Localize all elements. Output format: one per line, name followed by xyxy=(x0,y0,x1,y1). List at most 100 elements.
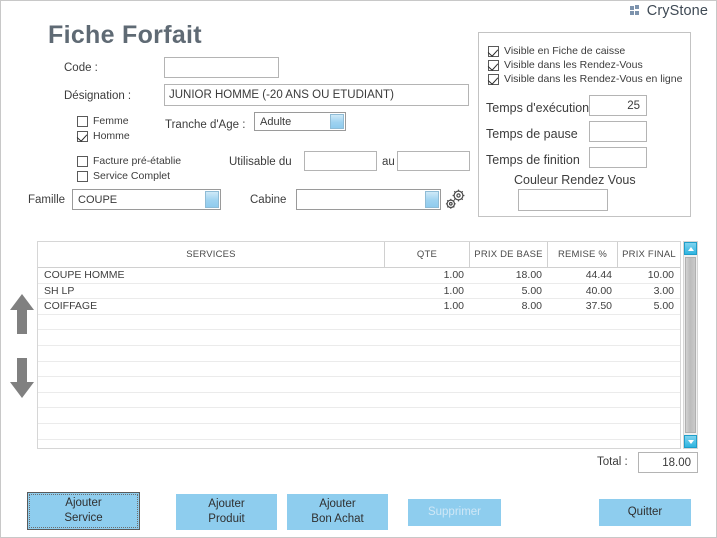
designation-label: Désignation : xyxy=(64,90,132,102)
column-header-services[interactable]: SERVICES xyxy=(38,242,385,267)
table-body: COUPE HOMME 1.00 18.00 44.44 10.00 SH LP 1.00 5… xyxy=(38,268,680,440)
au-input[interactable] xyxy=(397,151,470,171)
supprimer-button[interactable]: Supprimer xyxy=(408,499,501,526)
famille-value: COUPE xyxy=(78,193,118,206)
tranche-age-select[interactable]: Adulte xyxy=(254,112,346,131)
services-table: SERVICES QTE PRIX DE BASE REMISE % PRIX … xyxy=(37,241,681,449)
homme-checkbox[interactable] xyxy=(77,131,88,142)
cell-prix-de-base: 8.00 xyxy=(521,300,542,313)
couleur-rdv-label: Couleur Rendez Vous xyxy=(514,173,636,187)
table-row-empty[interactable] xyxy=(38,408,680,424)
femme-checkbox[interactable] xyxy=(77,116,88,127)
supprimer-label: Supprimer xyxy=(427,506,482,518)
cell-service: COIFFAGE xyxy=(44,300,98,313)
cabine-select[interactable] xyxy=(296,189,441,210)
cell-service: COUPE HOMME xyxy=(44,269,125,282)
temps-execution-input[interactable] xyxy=(589,95,647,116)
cell-prix-final: 3.00 xyxy=(653,284,674,297)
crystone-logo-icon xyxy=(629,4,643,18)
famille-select[interactable]: COUPE xyxy=(72,189,221,210)
visible-rdv-label: Visible dans les Rendez-Vous xyxy=(504,59,643,71)
total-value xyxy=(638,452,698,473)
table-row-empty[interactable] xyxy=(38,346,680,362)
cell-remise: 44.44 xyxy=(585,269,612,282)
scroll-up-icon[interactable] xyxy=(684,242,697,255)
brand-name: CryStone xyxy=(646,3,708,19)
cell-remise: 40.00 xyxy=(585,284,612,297)
column-header-prix-de-base[interactable]: PRIX DE BASE xyxy=(470,242,548,267)
ajouter-produit-line1: Ajouter xyxy=(208,498,245,510)
ajouter-service-line1: Ajouter xyxy=(65,497,102,509)
code-label: Code : xyxy=(64,62,98,74)
table-row[interactable]: COIFFAGE 1.00 8.00 37.50 5.00 xyxy=(38,299,680,315)
ajouter-bon-achat-line1: Ajouter xyxy=(319,498,356,510)
column-header-remise[interactable]: REMISE % xyxy=(548,242,618,267)
table-row[interactable]: COUPE HOMME 1.00 18.00 44.44 10.00 xyxy=(38,268,680,284)
page-title: Fiche Forfait xyxy=(48,21,202,49)
table-header-row: SERVICES QTE PRIX DE BASE REMISE % PRIX … xyxy=(38,242,680,268)
cabine-label: Cabine xyxy=(250,194,287,206)
arrow-up-icon[interactable] xyxy=(7,292,37,336)
facture-pre-etablie-label: Facture pré-établie xyxy=(93,155,182,167)
visible-rdv-checkbox[interactable] xyxy=(488,60,499,71)
cell-qte: 1.00 xyxy=(443,284,464,297)
table-scrollbar[interactable] xyxy=(683,241,698,449)
visible-rdv-en-ligne-label: Visible dans les Rendez-Vous en ligne xyxy=(504,73,683,85)
chevron-down-icon[interactable] xyxy=(330,114,344,129)
scroll-down-icon[interactable] xyxy=(684,435,697,448)
service-complet-checkbox[interactable] xyxy=(77,171,88,182)
chevron-down-icon[interactable] xyxy=(205,191,219,208)
ajouter-produit-line2: Produit xyxy=(208,513,245,525)
couleur-rdv-swatch[interactable] xyxy=(518,189,608,211)
ajouter-bon-achat-line2: Bon Achat xyxy=(311,513,364,525)
cell-prix-final: 5.00 xyxy=(653,300,674,313)
scrollbar-thumb[interactable] xyxy=(685,257,696,433)
temps-pause-label: Temps de pause xyxy=(486,127,578,141)
cell-qte: 1.00 xyxy=(443,300,464,313)
facture-pre-etablie-checkbox[interactable] xyxy=(77,156,88,167)
cell-remise: 37.50 xyxy=(585,300,612,313)
tranche-age-label: Tranche d'Age : xyxy=(165,119,246,131)
designation-input[interactable] xyxy=(164,84,469,106)
table-row-empty[interactable] xyxy=(38,315,680,331)
temps-pause-input[interactable] xyxy=(589,121,647,142)
ajouter-produit-button[interactable]: Ajouter Produit xyxy=(176,494,277,530)
temps-finition-input[interactable] xyxy=(589,147,647,168)
au-label: au xyxy=(382,156,395,168)
visible-rdv-en-ligne-checkbox[interactable] xyxy=(488,74,499,85)
table-row[interactable]: SH LP 1.00 5.00 40.00 3.00 xyxy=(38,284,680,300)
famille-label: Famille xyxy=(28,194,66,206)
column-header-prix-final[interactable]: PRIX FINAL xyxy=(618,242,680,267)
table-row-empty[interactable] xyxy=(38,377,680,393)
service-complet-label: Service Complet xyxy=(93,170,171,182)
homme-label: Homme xyxy=(93,130,130,142)
code-input[interactable] xyxy=(164,57,279,78)
visible-fiche-caisse-checkbox[interactable] xyxy=(488,46,499,57)
cell-qte: 1.00 xyxy=(443,269,464,282)
column-header-qte[interactable]: QTE xyxy=(385,242,470,267)
ajouter-service-button[interactable]: Ajouter Service xyxy=(27,492,140,530)
cell-prix-final: 10.00 xyxy=(647,269,674,282)
utilisable-du-input[interactable] xyxy=(304,151,377,171)
tranche-age-value: Adulte xyxy=(260,115,292,128)
fiche-forfait-window: CryStone Fiche Forfait Code : Désignatio… xyxy=(0,0,717,538)
quitter-button[interactable]: Quitter xyxy=(599,499,691,526)
visible-fiche-caisse-label: Visible en Fiche de caisse xyxy=(504,45,626,57)
utilisable-du-label: Utilisable du xyxy=(229,156,292,168)
table-row-empty[interactable] xyxy=(38,393,680,409)
arrow-down-icon[interactable] xyxy=(7,356,37,400)
brand: CryStone xyxy=(629,3,708,19)
total-label: Total : xyxy=(597,456,628,468)
temps-execution-label: Temps d'exécution xyxy=(486,101,590,115)
table-row-empty[interactable] xyxy=(38,330,680,346)
ajouter-bon-achat-button[interactable]: Ajouter Bon Achat xyxy=(287,494,388,530)
table-row-empty[interactable] xyxy=(38,424,680,440)
femme-label: Femme xyxy=(93,115,129,127)
ajouter-service-line2: Service xyxy=(64,512,103,524)
chevron-down-icon[interactable] xyxy=(425,191,439,208)
cell-prix-de-base: 18.00 xyxy=(515,269,542,282)
cell-prix-de-base: 5.00 xyxy=(521,284,542,297)
table-row-empty[interactable] xyxy=(38,362,680,378)
cell-service: SH LP xyxy=(44,284,75,297)
gears-icon[interactable] xyxy=(442,187,468,213)
